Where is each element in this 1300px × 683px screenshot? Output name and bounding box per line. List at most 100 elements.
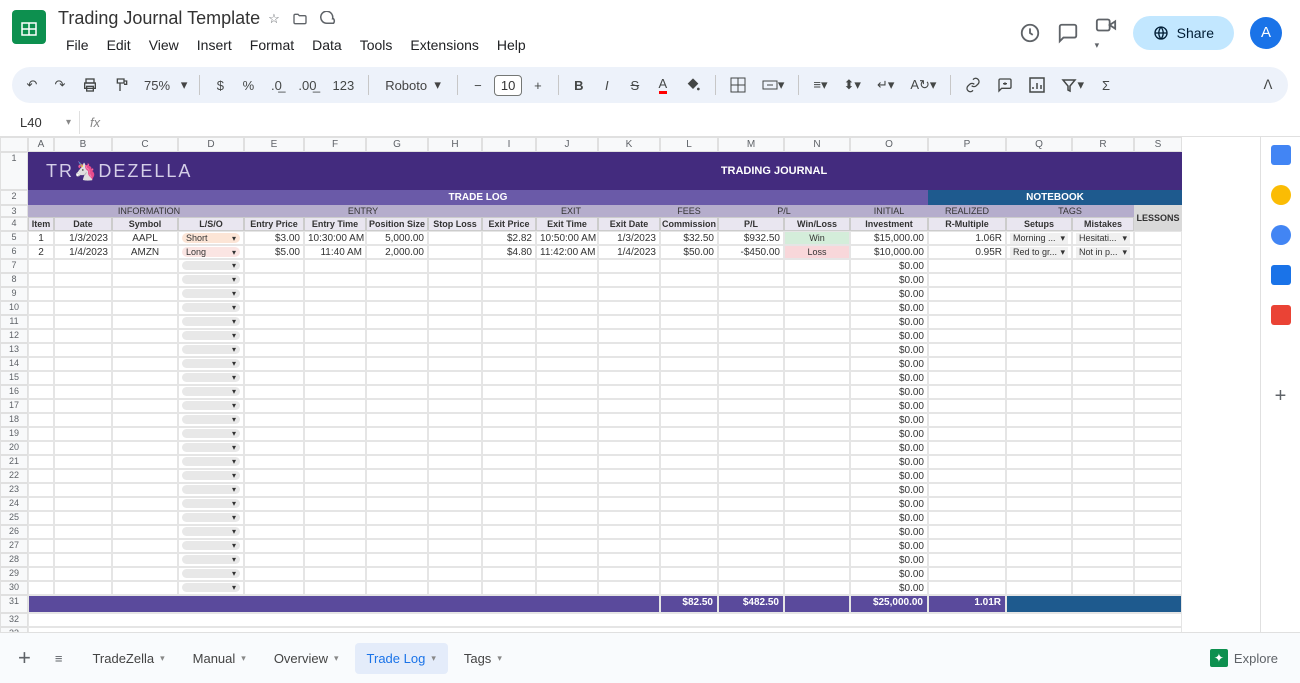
cell[interactable]: [660, 441, 718, 455]
lso-dropdown[interactable]: ▾: [178, 525, 244, 539]
tab-tags[interactable]: Tags ▾: [452, 643, 514, 674]
cell[interactable]: [428, 231, 482, 245]
col-header-O[interactable]: O: [850, 137, 928, 152]
cell[interactable]: $0.00: [850, 329, 928, 343]
cell[interactable]: [112, 539, 178, 553]
cell[interactable]: [536, 441, 598, 455]
cell[interactable]: [928, 525, 1006, 539]
cell[interactable]: [54, 371, 112, 385]
cell[interactable]: [1134, 511, 1182, 525]
cell[interactable]: [428, 315, 482, 329]
tasks-icon[interactable]: [1271, 225, 1291, 245]
cell[interactable]: [304, 455, 366, 469]
cell[interactable]: [482, 511, 536, 525]
cell[interactable]: [660, 357, 718, 371]
cell[interactable]: [660, 483, 718, 497]
mistake-dropdown[interactable]: Not in p...▾: [1072, 245, 1134, 259]
cell[interactable]: [304, 497, 366, 511]
cell[interactable]: 11:42:00 AM: [536, 245, 598, 259]
cell[interactable]: $0.00: [850, 301, 928, 315]
cell[interactable]: [1006, 259, 1072, 273]
cell[interactable]: [660, 553, 718, 567]
cell[interactable]: [304, 259, 366, 273]
cell[interactable]: [928, 343, 1006, 357]
strikethrough-button[interactable]: S: [623, 71, 647, 99]
cell[interactable]: [112, 413, 178, 427]
cell[interactable]: [482, 469, 536, 483]
cell[interactable]: [1134, 441, 1182, 455]
cell[interactable]: [244, 399, 304, 413]
cell[interactable]: [1072, 455, 1134, 469]
cell[interactable]: [28, 357, 54, 371]
cell[interactable]: [482, 567, 536, 581]
cell[interactable]: [718, 441, 784, 455]
history-icon[interactable]: [1019, 22, 1041, 44]
cell[interactable]: [366, 581, 428, 595]
cell[interactable]: [660, 301, 718, 315]
cell[interactable]: [1006, 553, 1072, 567]
row-header[interactable]: 21: [0, 455, 28, 469]
cell[interactable]: [784, 455, 850, 469]
bold-button[interactable]: B: [567, 71, 591, 99]
cell[interactable]: [244, 483, 304, 497]
cell[interactable]: [718, 497, 784, 511]
cell[interactable]: [1072, 497, 1134, 511]
cell[interactable]: [928, 553, 1006, 567]
lso-dropdown[interactable]: ▾: [178, 455, 244, 469]
cell[interactable]: [1006, 357, 1072, 371]
cell[interactable]: [112, 357, 178, 371]
cell[interactable]: [112, 259, 178, 273]
cell[interactable]: [928, 385, 1006, 399]
row-header[interactable]: 8: [0, 273, 28, 287]
cell[interactable]: [536, 385, 598, 399]
tab-trade-log[interactable]: Trade Log ▾: [355, 643, 448, 674]
valign-button[interactable]: ⬍▾: [838, 71, 867, 99]
zoom-dropdown[interactable]: 75% ▾: [140, 71, 191, 99]
increase-font-button[interactable]: +: [526, 71, 550, 99]
cell[interactable]: [112, 399, 178, 413]
cell[interactable]: [482, 581, 536, 595]
cell[interactable]: [536, 497, 598, 511]
cell[interactable]: $0.00: [850, 497, 928, 511]
cell[interactable]: [482, 343, 536, 357]
cell[interactable]: [1006, 315, 1072, 329]
cell[interactable]: [428, 399, 482, 413]
cell[interactable]: [428, 525, 482, 539]
cell[interactable]: [598, 469, 660, 483]
cell[interactable]: $0.00: [850, 441, 928, 455]
cell[interactable]: [1072, 287, 1134, 301]
cell[interactable]: [1134, 287, 1182, 301]
cell[interactable]: [112, 343, 178, 357]
cell[interactable]: [1072, 371, 1134, 385]
cell[interactable]: [304, 511, 366, 525]
lso-dropdown[interactable]: ▾: [178, 441, 244, 455]
lso-dropdown[interactable]: Long▾: [178, 245, 244, 259]
cell[interactable]: [718, 413, 784, 427]
cell[interactable]: [660, 287, 718, 301]
cell[interactable]: [428, 441, 482, 455]
cell[interactable]: $932.50: [718, 231, 784, 245]
cell[interactable]: [784, 511, 850, 525]
cell[interactable]: [28, 385, 54, 399]
cell[interactable]: [598, 259, 660, 273]
cell[interactable]: [428, 511, 482, 525]
cell[interactable]: [54, 469, 112, 483]
cell[interactable]: [1134, 497, 1182, 511]
cell[interactable]: $0.00: [850, 413, 928, 427]
cell[interactable]: [112, 525, 178, 539]
cell[interactable]: [54, 357, 112, 371]
cell[interactable]: [718, 315, 784, 329]
lso-dropdown[interactable]: ▾: [178, 399, 244, 413]
cell[interactable]: [54, 553, 112, 567]
cell[interactable]: [536, 329, 598, 343]
cell[interactable]: [718, 301, 784, 315]
row-header[interactable]: 4: [0, 217, 28, 231]
cell[interactable]: $5.00: [244, 245, 304, 259]
cell[interactable]: [304, 287, 366, 301]
col-header-G[interactable]: G: [366, 137, 428, 152]
maps-icon[interactable]: [1271, 305, 1291, 325]
star-icon[interactable]: ☆: [268, 11, 280, 27]
functions-button[interactable]: Σ: [1094, 71, 1118, 99]
collapse-toolbar-button[interactable]: ᐱ: [1256, 71, 1280, 99]
cell[interactable]: [482, 385, 536, 399]
